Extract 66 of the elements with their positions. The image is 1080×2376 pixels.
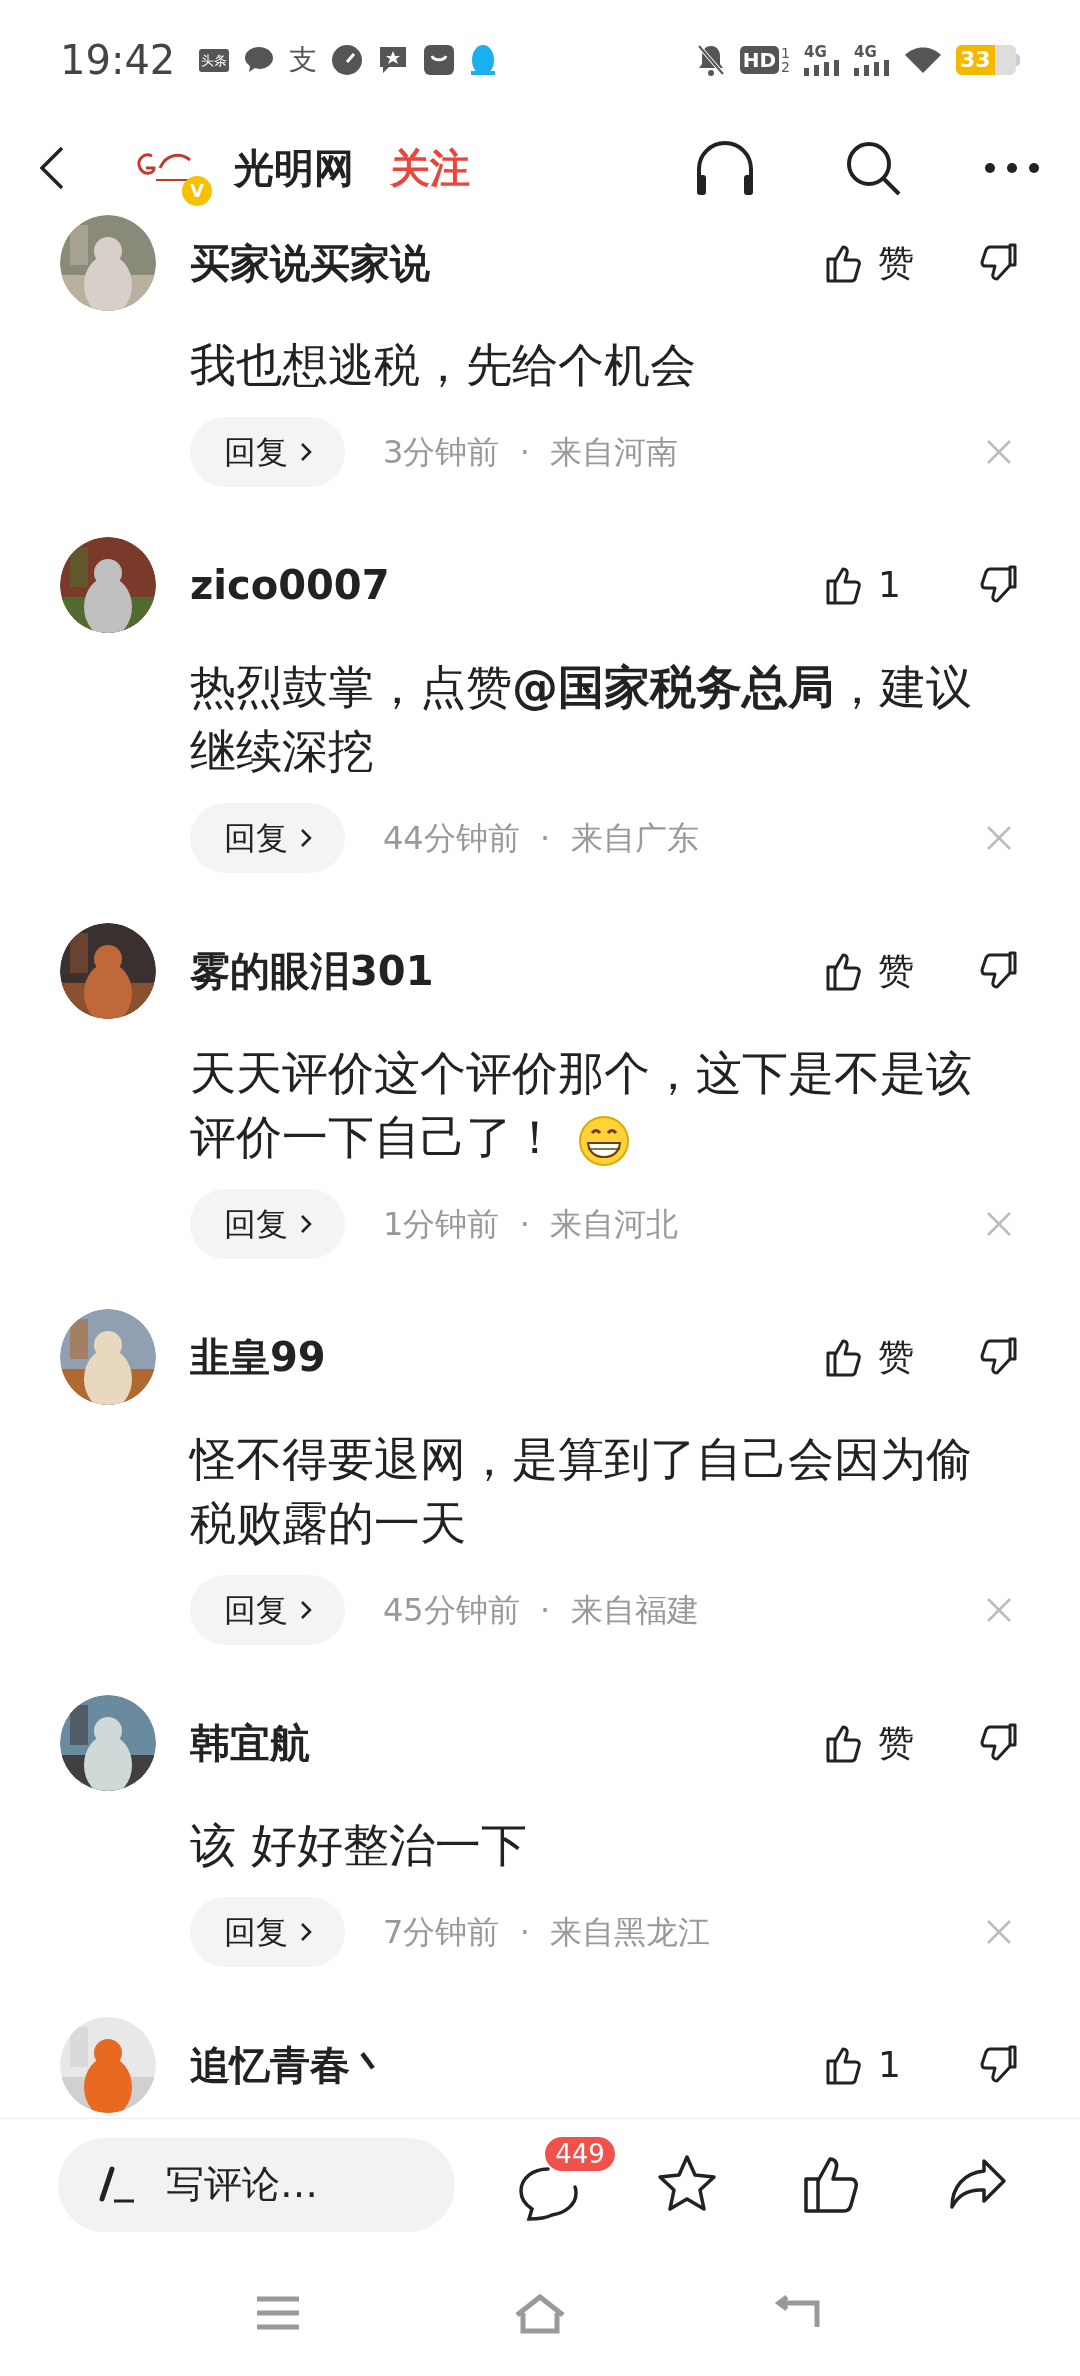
comment-meta: 3分钟前 · 来自河南 (383, 432, 680, 473)
reply-button[interactable]: 回复 (190, 1189, 345, 1259)
reply-button[interactable]: 回复 (190, 1575, 345, 1645)
account-name: 光明网 (234, 143, 354, 193)
back-icon (40, 145, 64, 190)
signal-type: 4G (804, 44, 827, 60)
status-time: 19:42 (60, 36, 176, 85)
comment-count-badge: 449 (545, 2136, 615, 2171)
comments-button[interactable]: 449 (502, 2136, 615, 2233)
comment-input-field[interactable]: 写评论… (58, 2137, 455, 2232)
sim-number: 2 (781, 60, 790, 74)
comment-text: 该 好好整治一下 (190, 1817, 528, 1874)
more-icon (984, 161, 1040, 174)
signal-bars-icon (854, 59, 890, 76)
gauge-icon (331, 44, 364, 76)
close-icon (986, 1211, 1012, 1237)
reply-button[interactable]: 回复 (190, 417, 345, 487)
follow-button[interactable]: 关注 (390, 137, 470, 198)
chevron-right-icon (299, 1214, 312, 1234)
like-button[interactable]: 赞 (818, 236, 928, 290)
reply-button[interactable]: 回复 (190, 1897, 345, 1967)
chat-bubble-icon (243, 45, 276, 75)
commenter-name: 买家说买家说 (190, 239, 431, 288)
chevron-right-icon (299, 828, 312, 848)
comment-meta: 44分钟前 · 来自广东 (383, 818, 700, 859)
comment-meta: 45分钟前 · 来自福建 (383, 1590, 700, 1631)
verified-badge: V (182, 175, 212, 206)
comment-meta: 7分钟前 · 来自黑龙江 (383, 1912, 712, 1953)
sim-number: 1 (781, 46, 790, 60)
close-icon (986, 1597, 1012, 1623)
wifi-icon (904, 45, 942, 75)
pen-icon (98, 2164, 136, 2205)
signal-type: 4G (854, 44, 877, 60)
comment-text: 天天评价这个评价那个，这下是不是该评价一下自己了！ (190, 1041, 1020, 1169)
bell-muted-icon (695, 43, 726, 77)
chevron-right-icon (299, 1922, 312, 1942)
commenter-name: zico0007 (190, 561, 391, 610)
listen-button[interactable] (694, 138, 756, 197)
headphones-icon (694, 138, 756, 197)
commenter-name: 雾的眼泪301 (190, 947, 435, 996)
app-badge: 头条 (199, 48, 230, 72)
commenter-name: 追忆青春丶 (190, 2041, 391, 2090)
battery-level: 33 (956, 45, 995, 75)
close-icon (986, 1919, 1012, 1945)
like-button[interactable]: 赞 (818, 944, 928, 998)
chevron-right-icon (299, 442, 312, 462)
commenter-name: 韭皇99 (190, 1333, 327, 1382)
home-icon (513, 2291, 567, 2335)
comment-text: 热烈鼓掌，点赞@国家税务总局，建议继续深挖 (190, 659, 973, 780)
more-button[interactable] (984, 161, 1040, 174)
like-button[interactable]: 1 (818, 558, 928, 612)
comment-text: 我也想逃税，先给个机会 (190, 337, 697, 394)
comment-text: 怪不得要退网，是算到了自己会因为偷税败露的一天 (190, 1431, 973, 1552)
close-icon (986, 439, 1012, 465)
like-button[interactable]: 赞 (818, 1716, 928, 1770)
like-button[interactable]: 赞 (818, 1330, 928, 1384)
close-icon (986, 825, 1012, 851)
signal-bars-icon (804, 59, 840, 76)
bag-icon (423, 44, 456, 76)
like-button[interactable]: 1 (818, 2038, 928, 2092)
commenter-name: 韩宜航 (190, 1719, 311, 1768)
chevron-right-icon (299, 1600, 312, 1620)
pay-glyph: 支 (289, 46, 318, 74)
comment-meta: 1分钟前 · 来自河北 (383, 1204, 680, 1245)
reply-button[interactable]: 回复 (190, 803, 345, 873)
network-label: HD (739, 46, 780, 74)
